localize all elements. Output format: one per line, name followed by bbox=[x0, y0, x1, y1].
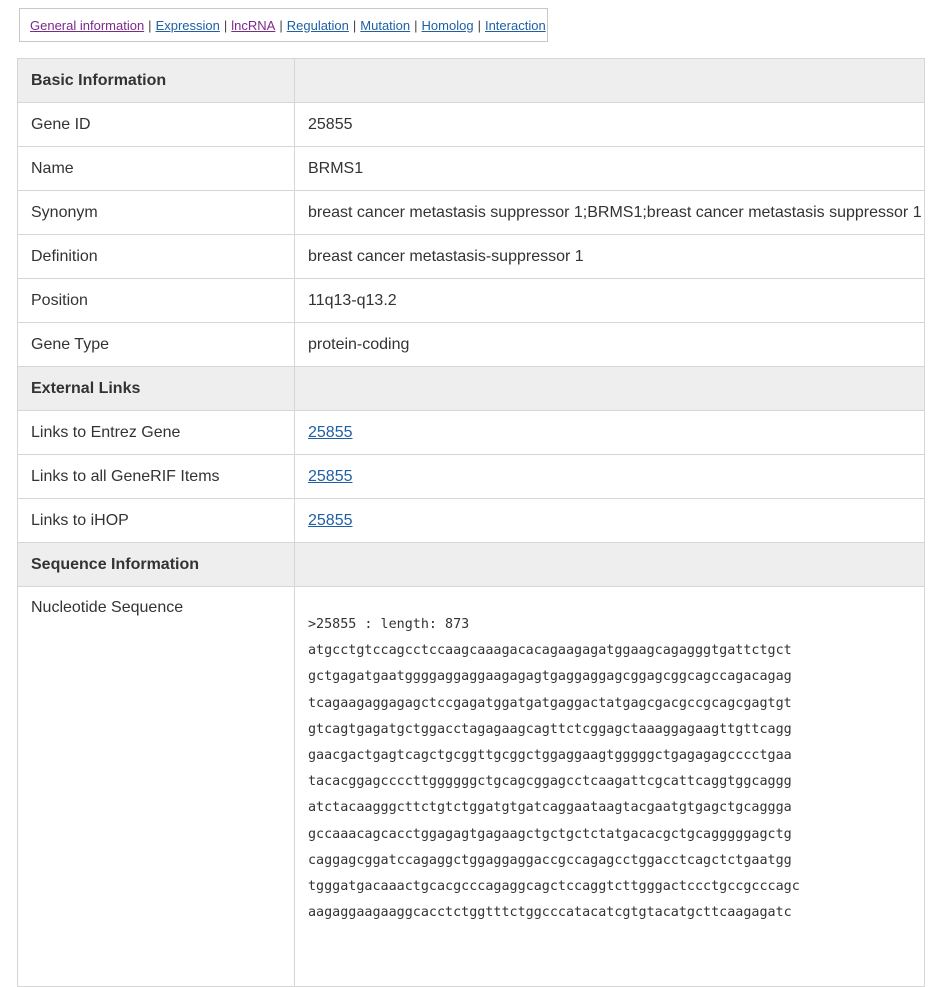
table-row: Synonym breast cancer metastasis suppres… bbox=[17, 190, 925, 235]
row-label: Nucleotide Sequence bbox=[17, 586, 295, 987]
synonym-value: breast cancer metastasis suppressor 1;BR… bbox=[294, 190, 925, 235]
nav-separator: | bbox=[279, 17, 283, 33]
sequence-line: atgcctgtccagcctccaagcaaagacacagaagagatgg… bbox=[308, 643, 792, 659]
nav-separator: | bbox=[148, 17, 152, 33]
sequence-line: gaacgactgagtcagctgcggttgcggctggaggaagtgg… bbox=[308, 748, 792, 764]
row-label: Gene Type bbox=[17, 322, 295, 367]
section-title: Basic Information bbox=[17, 58, 295, 103]
table-row: Gene Type protein-coding bbox=[17, 322, 925, 367]
row-label: Links to iHOP bbox=[17, 498, 295, 543]
table-row: Links to iHOP 25855 bbox=[17, 498, 925, 543]
nav-interaction[interactable]: Interaction bbox=[485, 18, 546, 33]
section-header-external: External Links bbox=[17, 366, 925, 411]
nucleotide-sequence-cell: >25855 : length: 873 atgcctgtccagcctccaag… bbox=[294, 586, 925, 987]
row-label: Position bbox=[17, 278, 295, 323]
sequence-line: tacacggagccccttggggggctgcagcggagcctcaaga… bbox=[308, 774, 792, 790]
row-label: Links to all GeneRIF Items bbox=[17, 454, 295, 499]
nav-expression[interactable]: Expression bbox=[156, 18, 220, 33]
row-label: Name bbox=[17, 146, 295, 191]
nav-lncrna[interactable]: lncRNA bbox=[231, 18, 275, 33]
sequence-line: gtcagtgagatgctggacctagagaagcagttctcggagc… bbox=[308, 721, 792, 737]
row-label: Synonym bbox=[17, 190, 295, 235]
table-row: Position 11q13-q13.2 bbox=[17, 278, 925, 323]
sequence-line: gctgagatgaatggggaggaggaagagagtgaggaggagc… bbox=[308, 669, 792, 685]
ihop-link[interactable]: 25855 bbox=[308, 512, 353, 529]
sequence-line: tcagaagaggagagctccgagatggatgatgaggactatg… bbox=[308, 695, 792, 711]
section-header-sequence: Sequence Information bbox=[17, 542, 925, 587]
nav-homolog[interactable]: Homolog bbox=[422, 18, 474, 33]
gene-info-table: Basic Information Gene ID 25855 Name BRM… bbox=[17, 58, 925, 987]
sequence-line: gccaaacagcacctggagagtgagaagctgctgctctatg… bbox=[308, 826, 792, 842]
table-row: Links to Entrez Gene 25855 bbox=[17, 410, 925, 455]
entrez-gene-link[interactable]: 25855 bbox=[308, 424, 353, 441]
section-title: Sequence Information bbox=[17, 542, 295, 587]
sequence-line: caggagcggatccagaggctggaggaggaccgccagagcc… bbox=[308, 852, 792, 868]
row-label: Gene ID bbox=[17, 102, 295, 147]
row-label: Links to Entrez Gene bbox=[17, 410, 295, 455]
table-row: Definition breast cancer metastasis-supp… bbox=[17, 234, 925, 279]
table-row: Links to all GeneRIF Items 25855 bbox=[17, 454, 925, 499]
sequence-line: atctacaagggcttctgtctggatgtgatcaggaataagt… bbox=[308, 800, 792, 816]
nav-general-information[interactable]: General information bbox=[30, 18, 144, 33]
nav-separator: | bbox=[477, 17, 481, 33]
nav-mutation[interactable]: Mutation bbox=[360, 18, 410, 33]
fasta-header: >25855 : length: 873 bbox=[308, 617, 470, 632]
definition-value: breast cancer metastasis-suppressor 1 bbox=[294, 234, 925, 279]
table-row: Name BRMS1 bbox=[17, 146, 925, 191]
generif-link[interactable]: 25855 bbox=[308, 468, 353, 485]
nav-regulation[interactable]: Regulation bbox=[287, 18, 349, 33]
nav-separator: | bbox=[223, 17, 228, 33]
position-value: 11q13-q13.2 bbox=[294, 278, 925, 323]
table-row: Nucleotide Sequence >25855 : length: 873… bbox=[17, 586, 925, 987]
gene-name-value: BRMS1 bbox=[294, 146, 925, 191]
row-label: Definition bbox=[17, 234, 295, 279]
nav-separator: | bbox=[414, 17, 418, 33]
table-row: Gene ID 25855 bbox=[17, 102, 925, 147]
sequence-line: tgggatgacaaactgcacgcccagaggcagctccaggtct… bbox=[308, 879, 800, 895]
section-header-basic: Basic Information bbox=[17, 58, 925, 103]
page-nav-bar: General information | Expression | lncRN… bbox=[19, 8, 548, 42]
section-title: External Links bbox=[17, 366, 295, 411]
gene-type-value: protein-coding bbox=[294, 322, 925, 367]
gene-id-value: 25855 bbox=[294, 102, 925, 147]
sequence-line: aagaggaagaaggcacctctggtttctggcccatacatcg… bbox=[308, 905, 792, 921]
nav-separator: | bbox=[352, 17, 357, 33]
nucleotide-sequence: >25855 : length: 873 atgcctgtccagcctccaag… bbox=[308, 612, 924, 926]
